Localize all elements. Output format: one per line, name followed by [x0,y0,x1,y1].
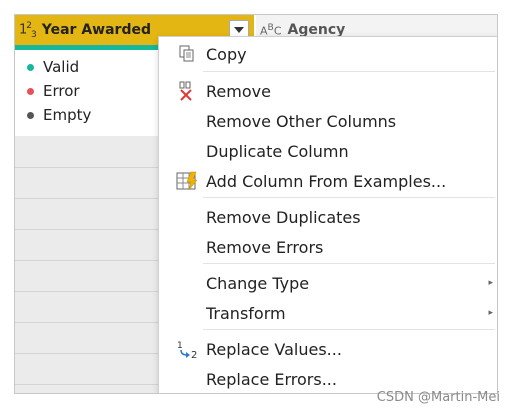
menu-label: Replace Values... [206,339,342,359]
menu-item-remove-errors[interactable]: Remove Errors [159,233,497,261]
whole-number-type-icon[interactable]: 123 [19,21,37,40]
remove-column-icon [175,80,199,102]
menu-label: Copy [206,44,247,64]
svg-text:1: 1 [177,341,183,351]
row-divider [15,322,158,323]
menu-item-replace-errors[interactable]: Replace Errors... [159,365,497,393]
menu-item-remove[interactable]: Remove [159,77,497,105]
submenu-arrow-icon: ▸ [488,278,493,288]
valid-dot-icon [27,63,34,71]
row-divider [15,198,158,199]
quality-label: Valid [43,58,80,76]
menu-item-transform[interactable]: Transform ▸ [159,299,497,327]
add-column-from-examples-icon [175,170,199,192]
column-cells [15,136,158,393]
menu-label: Duplicate Column [206,141,349,161]
menu-item-copy[interactable]: Copy [159,40,497,68]
quality-label: Empty [43,106,92,124]
menu-separator [203,329,495,330]
column-context-menu: Copy Remove Remove Other Columns Duplica… [158,36,497,393]
row-divider [15,353,158,354]
menu-label: Replace Errors... [206,369,337,389]
menu-label: Remove [206,81,271,101]
column-quality-legend: Valid Error Empty [15,50,158,136]
quality-valid: Valid [27,58,79,76]
row-divider [15,260,158,261]
menu-separator [203,263,495,264]
menu-item-replace-values[interactable]: 1 2 Replace Values... [159,335,497,363]
column-title-year-awarded: Year Awarded [41,22,151,38]
submenu-arrow-icon: ▸ [488,308,493,318]
watermark: CSDN @Martin-Mei [376,390,500,405]
menu-item-add-column-from-examples[interactable]: Add Column From Examples... [159,167,497,195]
menu-label: Remove Duplicates [206,207,361,227]
copy-icon [175,43,199,65]
menu-label: Transform [206,303,286,323]
quality-empty: Empty [27,106,91,124]
menu-item-change-type[interactable]: Change Type ▸ [159,269,497,297]
svg-text:2: 2 [191,350,197,359]
menu-label: Add Column From Examples... [206,171,447,191]
menu-item-duplicate-column[interactable]: Duplicate Column [159,137,497,165]
row-divider [15,229,158,230]
menu-label: Remove Errors [206,237,324,257]
menu-separator [203,197,495,198]
empty-dot-icon [27,111,34,119]
quality-error: Error [27,82,80,100]
quality-label: Error [43,82,80,100]
menu-label: Change Type [206,273,310,293]
menu-separator [203,71,495,72]
replace-values-icon: 1 2 [175,338,199,360]
menu-label: Remove Other Columns [206,111,397,131]
row-divider [15,384,158,385]
menu-item-remove-duplicates[interactable]: Remove Duplicates [159,203,497,231]
data-grid: 123 Year Awarded ABC Agency Valid Error … [14,14,498,394]
row-divider [15,291,158,292]
menu-item-remove-other-columns[interactable]: Remove Other Columns [159,107,497,135]
error-dot-icon [27,87,34,95]
chevron-down-icon [234,27,244,33]
row-divider [15,167,158,168]
